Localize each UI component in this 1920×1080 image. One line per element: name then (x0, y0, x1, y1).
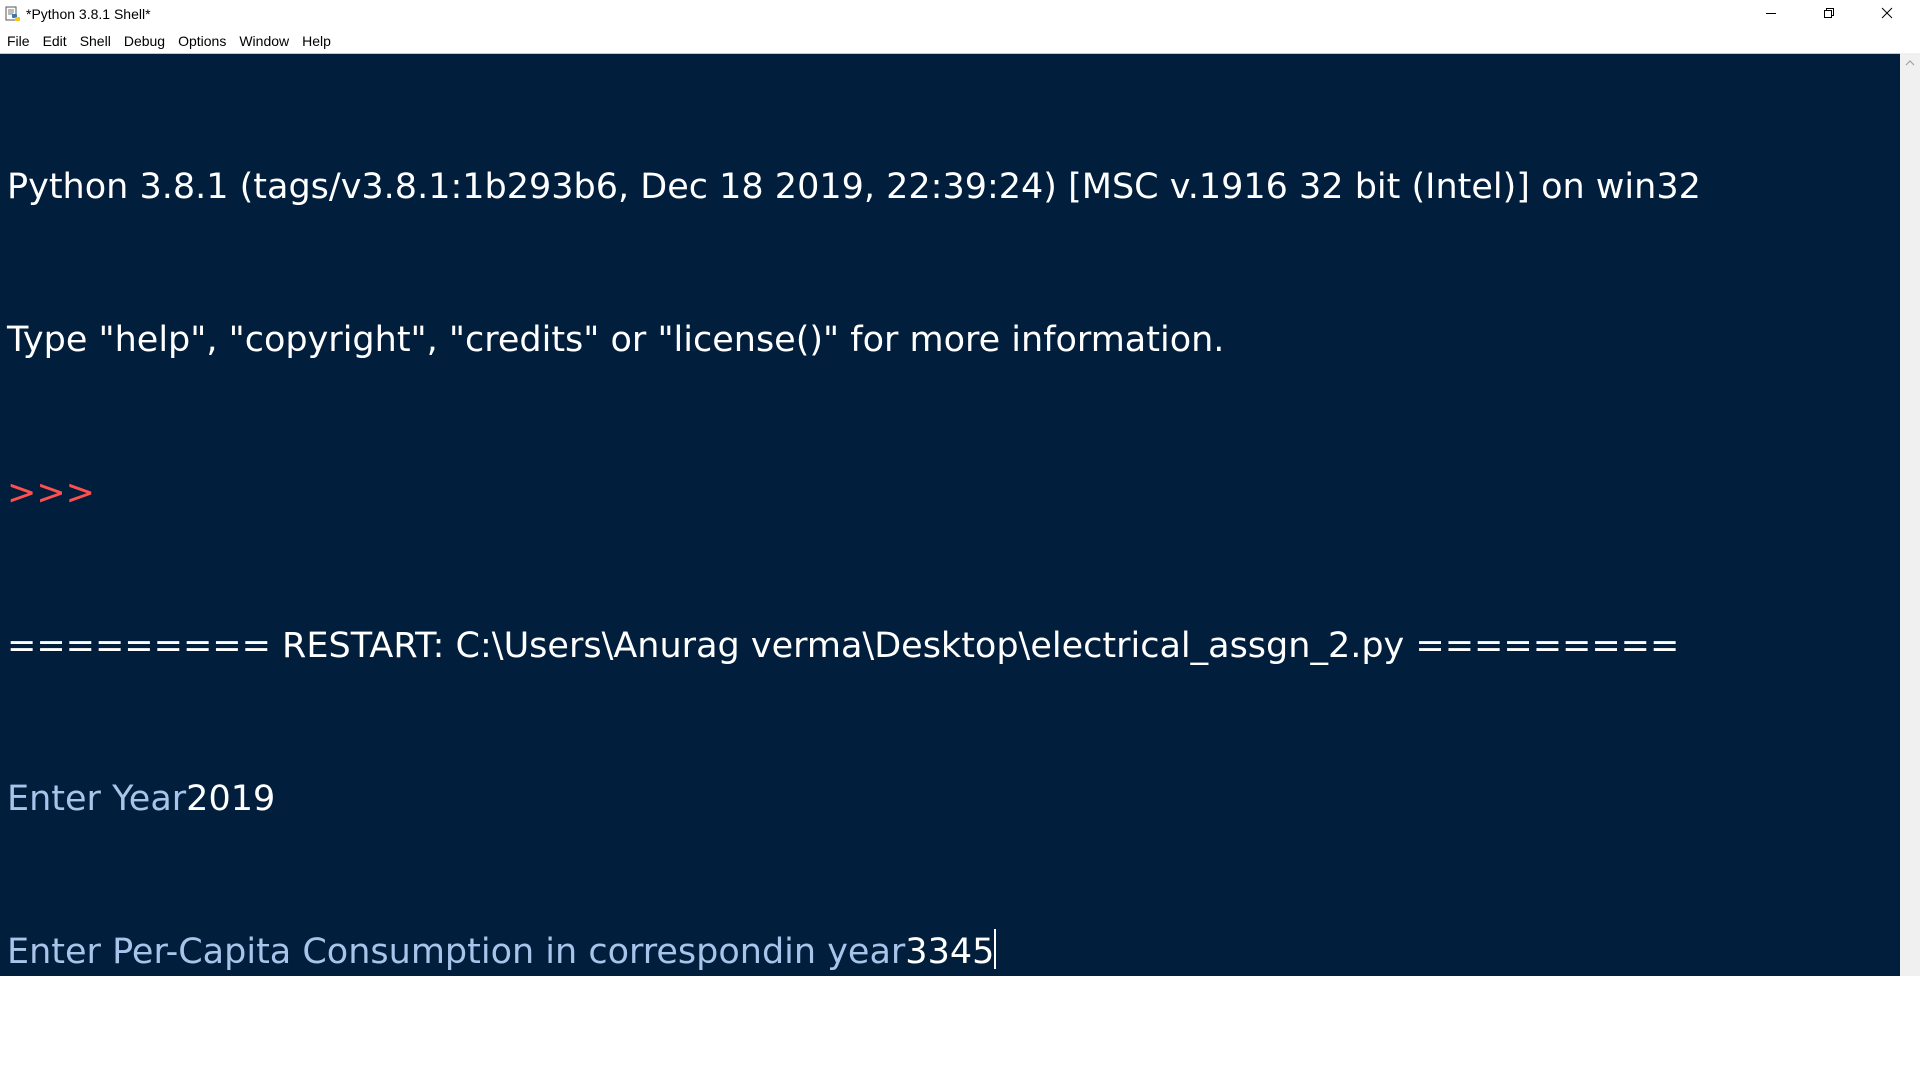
idle-python-icon (5, 6, 21, 22)
menu-options[interactable]: Options (171, 29, 232, 53)
menu-shell[interactable]: Shell (73, 29, 117, 53)
banner-help-line: Type "help", "copyright", "credits" or "… (7, 320, 1225, 360)
text-cursor (994, 929, 997, 969)
chevron-up-icon (1905, 53, 1915, 71)
input-year-value: 2019 (186, 779, 276, 819)
banner-version-line: Python 3.8.1 (tags/v3.8.1:1b293b6, Dec 1… (7, 167, 1701, 207)
close-icon (1881, 6, 1893, 24)
shell-text-area[interactable]: Python 3.8.1 (tags/v3.8.1:1b293b6, Dec 1… (0, 53, 1900, 976)
window-title: *Python 3.8.1 Shell* (26, 6, 151, 22)
vertical-scrollbar[interactable] (1900, 53, 1920, 976)
input-year-line: Enter Year2019 (7, 774, 1701, 825)
shell-output: Python 3.8.1 (tags/v3.8.1:1b293b6, Dec 1… (7, 60, 1701, 1080)
title-bar[interactable]: *Python 3.8.1 Shell* (0, 0, 1920, 29)
menu-file[interactable]: File (0, 29, 36, 53)
input-consumption-line[interactable]: Enter Per-Capita Consumption in correspo… (7, 927, 1701, 978)
input-year-prompt: Enter Year (7, 779, 187, 819)
scroll-up-button[interactable] (1900, 53, 1920, 70)
input-consumption-value[interactable]: 3345 (905, 932, 994, 972)
minimize-icon (1765, 6, 1777, 24)
restore-icon (1823, 6, 1835, 24)
menu-debug[interactable]: Debug (117, 29, 171, 53)
idle-shell-window: *Python 3.8.1 Shell* File Edit Shell Deb… (0, 0, 1920, 976)
menu-help[interactable]: Help (295, 29, 337, 53)
menu-window[interactable]: Window (232, 29, 295, 53)
restart-line: ========= RESTART: C:\Users\Anurag verma… (7, 626, 1680, 666)
shell-prompt: >>> (7, 473, 107, 513)
menu-edit[interactable]: Edit (36, 29, 73, 53)
minimize-button[interactable] (1742, 0, 1800, 29)
input-consumption-prompt: Enter Per-Capita Consumption in correspo… (7, 932, 906, 972)
menu-bar: File Edit Shell Debug Options Window Hel… (0, 29, 1920, 53)
maximize-button[interactable] (1800, 0, 1858, 29)
close-button[interactable] (1858, 0, 1916, 29)
